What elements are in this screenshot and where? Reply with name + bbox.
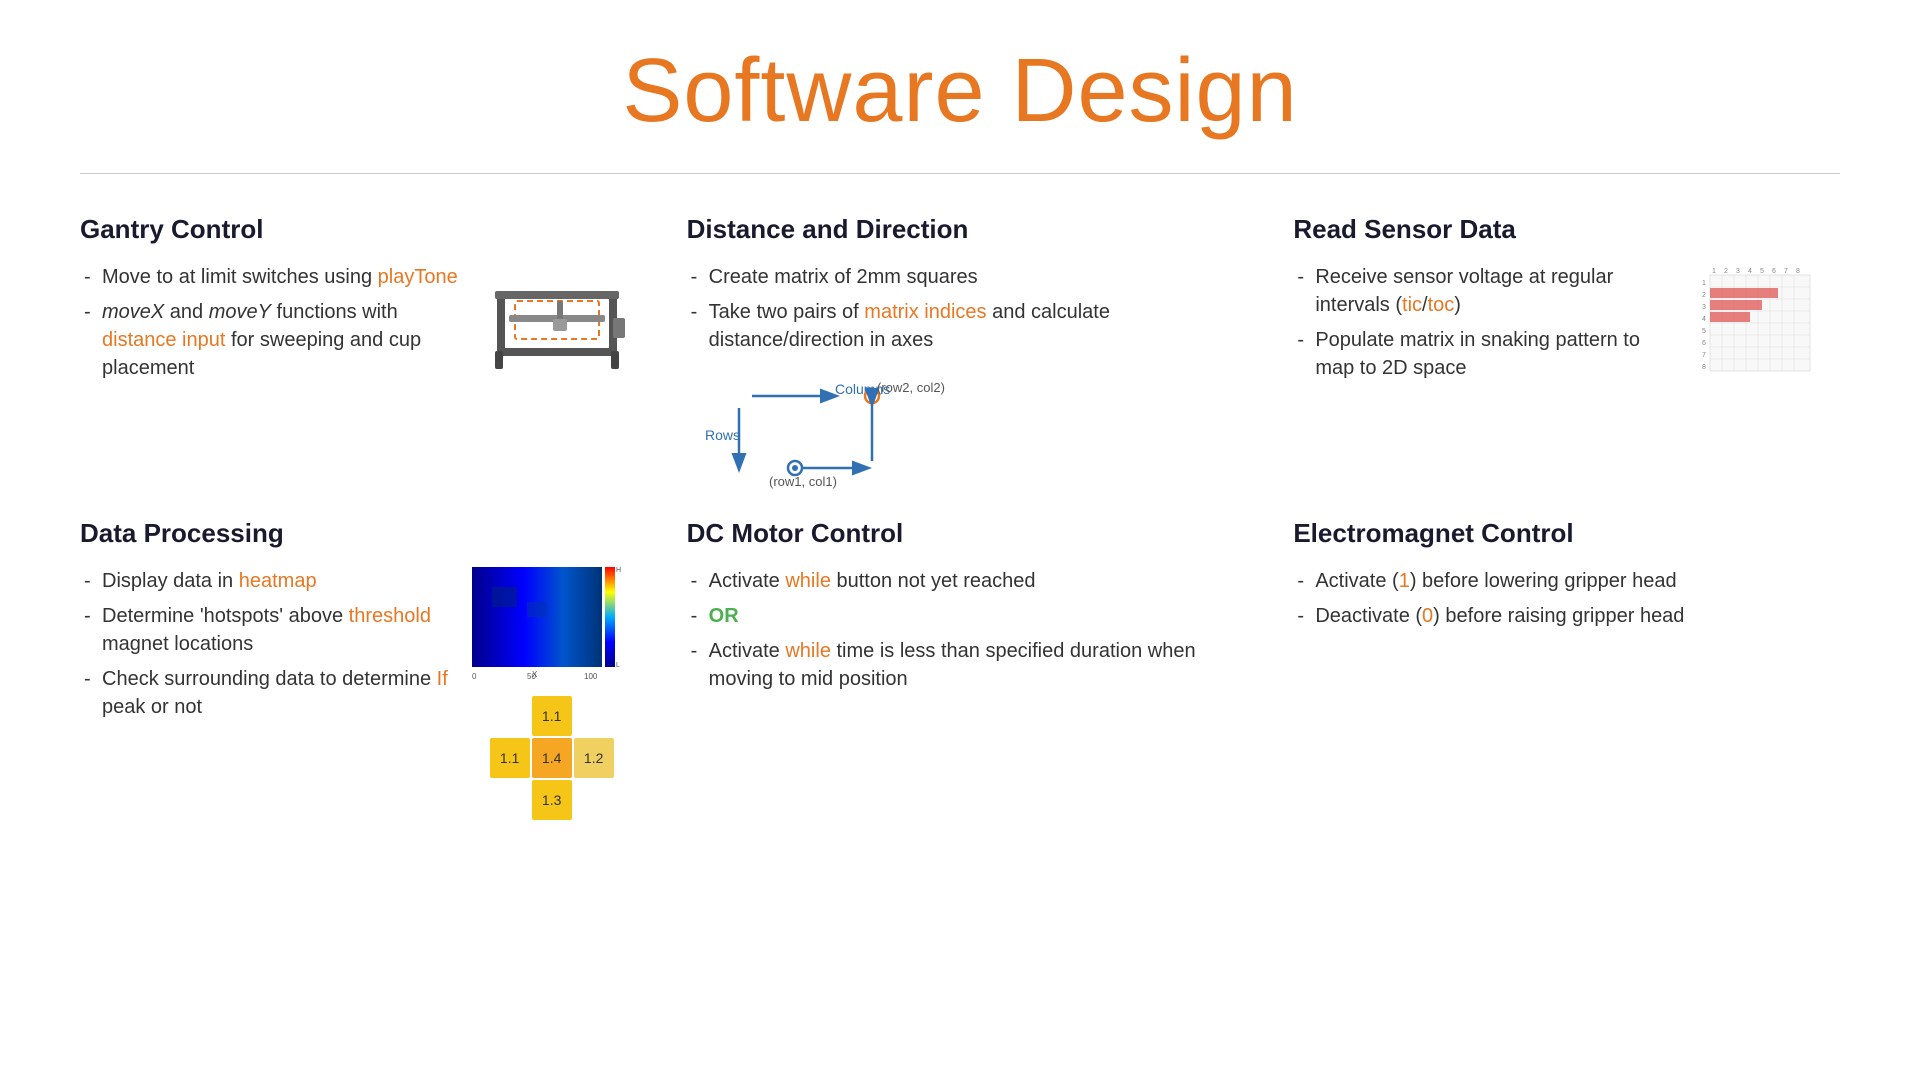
matrix-indices-highlight: matrix indices <box>864 301 986 323</box>
dataproc-bullet-2: Determine 'hotspots' above threshold mag… <box>80 602 454 658</box>
peak-grid: 1.1 1.1 1.4 1.2 1.3 <box>490 696 627 820</box>
peak-cell-4: 1.4 <box>532 738 572 778</box>
dcmotor-bullet-1: Activate while button not yet reached <box>687 567 1234 595</box>
electromagnet-heading: Electromagnet Control <box>1293 518 1840 549</box>
svg-text:3: 3 <box>1736 268 1740 275</box>
distance-diagram-svg: Rows Columns <box>687 378 967 493</box>
dcmotor-section: DC Motor Control Activate while button n… <box>687 518 1234 820</box>
peak-cell-7: 1.3 <box>532 780 572 820</box>
slide-page: Software Design Gantry Control Move to a… <box>0 0 1920 1080</box>
gantry-inner: Move to at limit switches using playTone… <box>80 263 627 388</box>
while2-highlight: while <box>785 640 831 662</box>
peak-cell-8 <box>574 780 614 820</box>
svg-text:H: H <box>616 567 621 574</box>
distance-bullets: Create matrix of 2mm squares Take two pa… <box>687 263 1234 354</box>
electromagnet-section: Electromagnet Control Activate (1) befor… <box>1293 518 1840 820</box>
page-title: Software Design <box>622 40 1297 143</box>
movey-italic: moveY <box>209 301 271 323</box>
threshold-highlight: threshold <box>349 605 431 627</box>
svg-text:5: 5 <box>1760 268 1764 275</box>
gantry-section: Gantry Control Move to at limit switches… <box>80 214 627 488</box>
svg-text:Rows: Rows <box>705 427 740 443</box>
zero-highlight: 0 <box>1422 605 1433 627</box>
sensor-bullet-2: Populate matrix in snaking pattern to ma… <box>1293 326 1682 382</box>
peak-cell-1: 1.1 <box>532 696 572 736</box>
svg-text:3: 3 <box>1702 304 1706 311</box>
sensor-grid-svg: 1 2 3 4 5 6 7 8 1 2 3 4 5 6 <box>1700 263 1840 383</box>
peak-cell-5: 1.2 <box>574 738 614 778</box>
movex-italic: moveX <box>102 301 164 323</box>
while1-highlight: while <box>785 570 831 592</box>
dcmotor-bullet-2: OR <box>687 602 1234 630</box>
gantry-text: Move to at limit switches using playTone… <box>80 263 469 382</box>
distance-input-highlight: distance input <box>102 329 225 351</box>
svg-text:L: L <box>616 662 620 669</box>
dataproc-bullet-1: Display data in heatmap <box>80 567 454 595</box>
svg-text:4: 4 <box>1748 268 1752 275</box>
svg-text:7: 7 <box>1784 268 1788 275</box>
distance-section: Distance and Direction Create matrix of … <box>687 214 1234 488</box>
heatmap-highlight: heatmap <box>239 570 317 592</box>
svg-text:7: 7 <box>1702 352 1706 359</box>
sensor-bullets: Receive sensor voltage at regular interv… <box>1293 263 1682 382</box>
svg-text:5: 5 <box>1702 328 1706 335</box>
svg-text:8: 8 <box>1702 364 1706 371</box>
heatmap-visuals: 0 50 100 Y X H L 1 <box>472 567 627 820</box>
dcmotor-bullets: Activate while button not yet reached OR… <box>687 567 1234 693</box>
gantry-bullet-1: Move to at limit switches using playTone <box>80 263 469 291</box>
distance-bullet-2: Take two pairs of matrix indices and cal… <box>687 298 1234 354</box>
dataproc-section: Data Processing Display data in heatmap … <box>80 518 627 820</box>
peak-cell-6 <box>490 780 530 820</box>
electromagnet-bullet-2: Deactivate (0) before raising gripper he… <box>1293 602 1840 630</box>
sensor-section: Read Sensor Data Receive sensor voltage … <box>1293 214 1840 488</box>
peak-cell-0 <box>490 696 530 736</box>
svg-text:(row1, col1): (row1, col1) <box>769 474 837 489</box>
gantry-machine-image <box>487 263 627 388</box>
electromagnet-bullets: Activate (1) before lowering gripper hea… <box>1293 567 1840 630</box>
dataproc-heading: Data Processing <box>80 518 627 549</box>
distance-heading: Distance and Direction <box>687 214 1234 245</box>
svg-text:(row2, col2): (row2, col2) <box>877 380 945 395</box>
dataproc-inner: Display data in heatmap Determine 'hotsp… <box>80 567 627 820</box>
svg-text:X: X <box>532 670 538 679</box>
svg-text:4: 4 <box>1702 316 1706 323</box>
title-divider <box>80 173 1840 174</box>
dcmotor-bullet-3: Activate while time is less than specifi… <box>687 637 1234 693</box>
if-highlight: If <box>437 668 448 690</box>
tic-highlight: tic <box>1402 294 1422 316</box>
playtone-highlight: playTone <box>378 266 458 288</box>
gantry-bullets: Move to at limit switches using playTone… <box>80 263 469 382</box>
gantry-heading: Gantry Control <box>80 214 627 245</box>
peak-cell-3: 1.1 <box>490 738 530 778</box>
or-text: OR <box>709 605 739 627</box>
content-grid: Gantry Control Move to at limit switches… <box>80 214 1840 820</box>
toc-highlight: toc <box>1428 294 1455 316</box>
one-highlight: 1 <box>1399 570 1410 592</box>
svg-text:2: 2 <box>1724 268 1728 275</box>
dataproc-text: Display data in heatmap Determine 'hotsp… <box>80 567 454 721</box>
sensor-text: Receive sensor voltage at regular interv… <box>1293 263 1682 382</box>
dataproc-bullets: Display data in heatmap Determine 'hotsp… <box>80 567 454 721</box>
svg-text:8: 8 <box>1796 268 1800 275</box>
dataproc-bullet-3: Check surrounding data to determine If p… <box>80 665 454 721</box>
machine-svg <box>487 263 627 383</box>
electromagnet-bullet-1: Activate (1) before lowering gripper hea… <box>1293 567 1840 595</box>
heatmap-svg: 0 50 100 Y X H L <box>472 567 627 682</box>
svg-text:1: 1 <box>1712 268 1716 275</box>
distance-diagram: Rows Columns <box>687 378 947 488</box>
gantry-bullet-2: moveX and moveY functions with distance … <box>80 298 469 382</box>
distance-bullet-1: Create matrix of 2mm squares <box>687 263 1234 291</box>
svg-text:100: 100 <box>584 672 598 681</box>
sensor-heading: Read Sensor Data <box>1293 214 1840 245</box>
dcmotor-heading: DC Motor Control <box>687 518 1234 549</box>
sensor-grid-visual: 1 2 3 4 5 6 7 8 1 2 3 4 5 6 <box>1700 263 1840 388</box>
svg-text:2: 2 <box>1702 292 1706 299</box>
svg-text:1: 1 <box>1702 280 1706 287</box>
svg-text:6: 6 <box>1772 268 1776 275</box>
sensor-inner: Receive sensor voltage at regular interv… <box>1293 263 1840 388</box>
sensor-bullet-1: Receive sensor voltage at regular interv… <box>1293 263 1682 319</box>
svg-text:0: 0 <box>472 672 477 681</box>
svg-text:6: 6 <box>1702 340 1706 347</box>
peak-cell-2 <box>574 696 614 736</box>
